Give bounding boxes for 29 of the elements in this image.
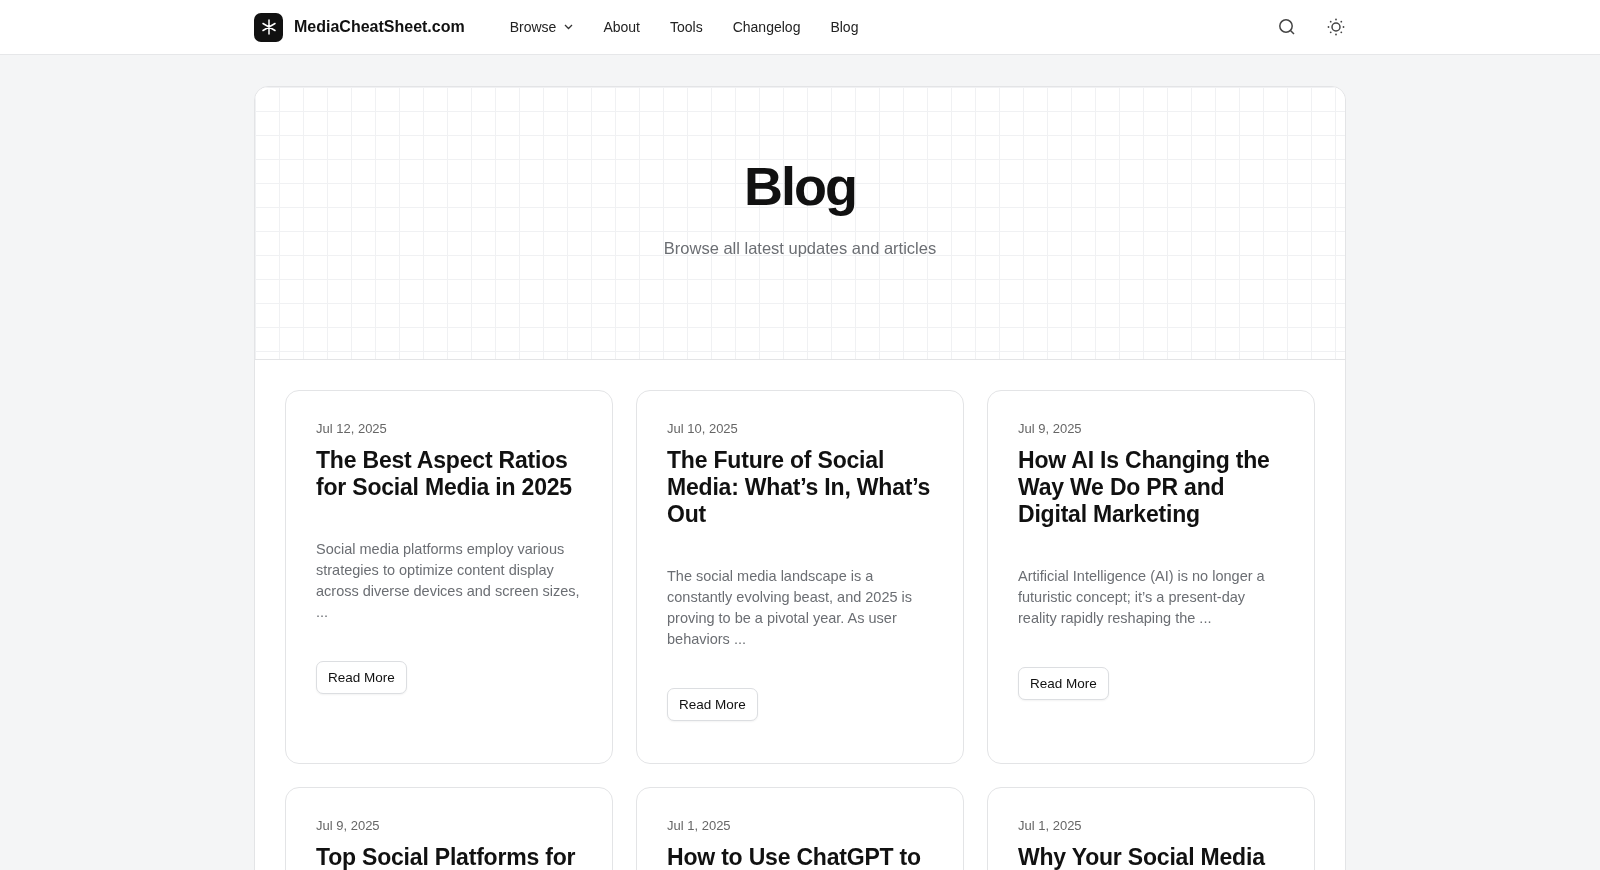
post-excerpt: The social media landscape is a constantly evolving beast, and 2025 is proving to be a pivotal year. As user behaviors ...	[667, 567, 914, 649]
read-more-button[interactable]: Read More	[1018, 667, 1109, 700]
post-excerpt: Social media platforms employ various strategies to optimize content display across diverse devices and screen sizes, ...	[316, 540, 581, 622]
nav-link[interactable]: About	[588, 13, 655, 41]
post-date: Jul 1, 2025	[667, 818, 731, 833]
post-date: Jul 10, 2025	[667, 421, 738, 436]
sun-icon[interactable]	[1326, 17, 1346, 37]
read-more-button[interactable]: Read More	[316, 661, 407, 694]
post-title[interactable]: Why Your Social Media	[1018, 844, 1265, 870]
page-subtitle: Browse all latest updates and articles	[663, 239, 937, 258]
post-date: Jul 9, 2025	[316, 818, 380, 833]
nav-link[interactable]: Browse	[494, 13, 589, 41]
post-title[interactable]: Top Social Platforms for	[316, 844, 576, 870]
search-icon[interactable]	[1278, 18, 1296, 36]
post-excerpt: Artificial Intelligence (AI) is no longer a futuristic concept; it’s a present-day reality rapidly reshaping the ...	[1018, 567, 1266, 628]
asterisk-logo-icon[interactable]	[254, 12, 283, 42]
chevron-down-icon	[564, 24, 574, 30]
nav-link[interactable]: Changelog	[717, 13, 816, 41]
post-date: Jul 12, 2025	[316, 421, 387, 436]
nav-link[interactable]: Blog	[815, 13, 874, 41]
post-title[interactable]: How AI Is Changing the Way We Do PR and Digital Marketing	[1018, 447, 1284, 528]
post-date: Jul 9, 2025	[1018, 421, 1082, 436]
read-more-button[interactable]: Read More	[667, 688, 758, 721]
post-title[interactable]: The Best Aspect Ratios for Social Media in 2025	[316, 447, 582, 501]
site-name[interactable]: MediaCheatSheet.com	[294, 18, 465, 36]
post-title[interactable]: The Future of Social Media: What’s In, What’s Out	[667, 447, 933, 528]
post-date: Jul 1, 2025	[1018, 818, 1082, 833]
nav-link[interactable]: Tools	[655, 13, 718, 41]
post-title[interactable]: How to Use ChatGPT to	[667, 844, 921, 870]
